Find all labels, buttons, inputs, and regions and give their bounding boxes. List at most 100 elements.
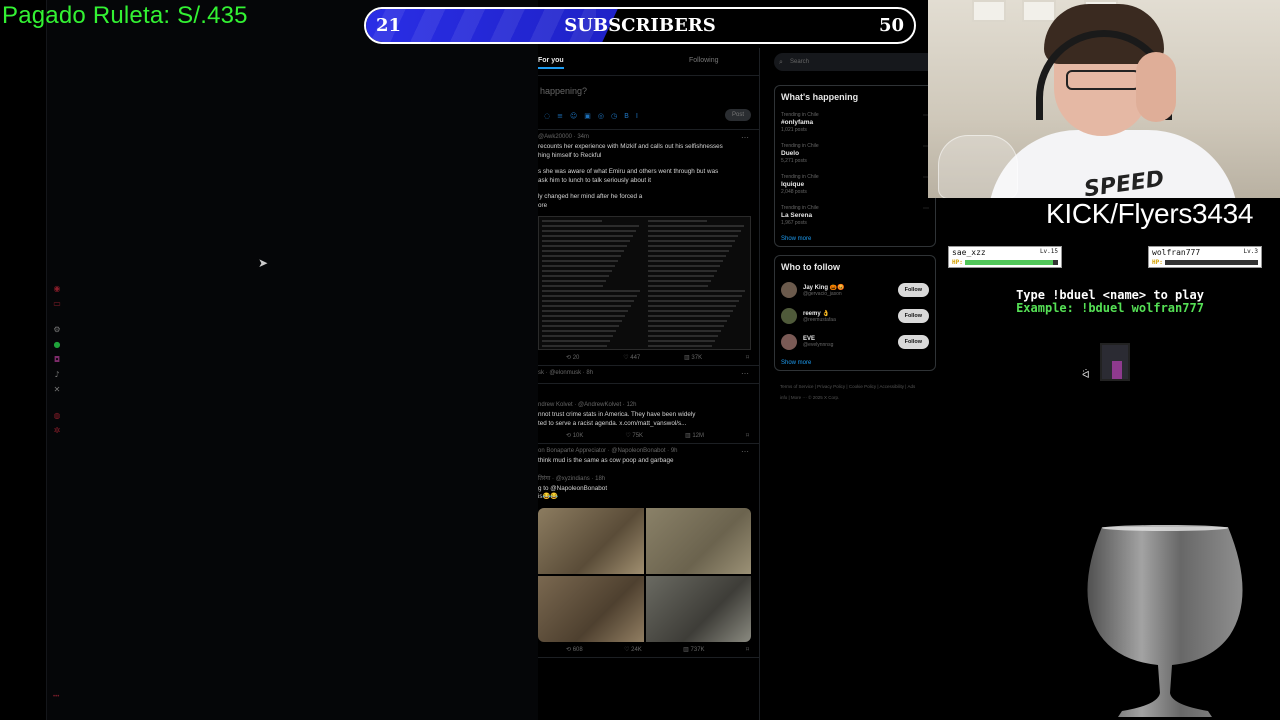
tweet-photo[interactable] <box>538 507 644 574</box>
bookmark-icon[interactable]: ⌑ <box>746 354 749 361</box>
trend-item[interactable]: Trending in Chile La Serena 1,967 posts … <box>781 205 929 226</box>
knight-sprite-icon <box>1100 343 1130 381</box>
pinterest-icon[interactable]: ◍ <box>52 411 62 421</box>
follow-suggestion[interactable]: EVE @evelynnnsg Follow <box>781 334 929 350</box>
player-hp-bar <box>1165 260 1258 265</box>
trend-name: Iquique <box>781 181 805 188</box>
image-text-line <box>542 230 636 232</box>
retweet-icon[interactable]: ⟲ 10K <box>566 432 583 439</box>
gear-red-icon[interactable]: ✲ <box>52 426 62 436</box>
image-text-line <box>542 290 640 292</box>
trend-name: #onlyfama <box>781 119 814 126</box>
trend-item[interactable]: Trending in Chile Duelo 5,271 posts ⋯ <box>781 143 929 164</box>
tweet-author[interactable]: sk · @elonmusk · 8h <box>538 370 759 376</box>
post-button[interactable]: Post <box>724 109 751 121</box>
compose-box[interactable]: happening? ◌≡☺▣◎◷BI Post <box>538 76 759 130</box>
show-more-link[interactable]: Show more <box>781 360 929 366</box>
tweet[interactable]: @Awk20000 · 34m ⋯ recounts her experienc… <box>538 130 759 366</box>
image-text-line <box>542 320 622 322</box>
like-icon[interactable]: ♡ 75K <box>625 432 643 439</box>
image-text-line <box>542 240 630 242</box>
x-icon[interactable]: ✕ <box>52 385 62 395</box>
trend-item[interactable]: Trending in Chile #onlyfama 1,021 posts … <box>781 112 929 133</box>
bookmark-icon[interactable]: ⌑ <box>746 432 749 439</box>
tweet-image[interactable] <box>538 216 751 350</box>
compose-placeholder[interactable]: happening? <box>540 86 587 96</box>
more-icon[interactable]: ⋯ <box>741 369 749 378</box>
tweet-author[interactable]: @Awk20000 · 34m <box>538 134 759 140</box>
trend-item[interactable]: Trending in Chile Iquique 2,048 posts ⋯ <box>781 174 929 195</box>
image-text-column <box>539 217 645 349</box>
views-icon[interactable]: ▥ 12M <box>685 432 704 439</box>
image-text-line <box>542 310 628 312</box>
tweet-line[interactable]: ted to serve a racist agenda. x.com/matt… <box>538 420 759 429</box>
retweet-icon[interactable]: ⟲ 608 <box>566 646 583 653</box>
more-icon[interactable]: ⋯ <box>741 133 749 142</box>
timeline-tabs: For you Following <box>538 48 759 76</box>
tweet-author[interactable]: ndrew Kolvet · @AndrewKolvet · 12h <box>538 402 759 408</box>
image-text-line <box>542 250 624 252</box>
image-text-line <box>542 300 634 302</box>
image-text-line <box>647 230 742 232</box>
avatar[interactable] <box>781 282 797 298</box>
whatsapp-icon[interactable]: ● <box>52 340 62 350</box>
settings-icon[interactable]: ⚙ <box>52 325 62 335</box>
search-input[interactable]: ⌕ Search <box>774 53 936 71</box>
player-name: wolfran777 <box>1152 248 1201 257</box>
image-text-line <box>647 330 722 332</box>
tweet-photo[interactable] <box>645 507 751 574</box>
more-icon[interactable]: ⋯ <box>741 447 749 456</box>
follow-name: reemy 👌 <box>803 310 830 317</box>
like-icon[interactable]: ♡ 447 <box>623 354 640 361</box>
avatar[interactable] <box>781 308 797 324</box>
follow-handle: @evelynnnsg <box>803 342 834 348</box>
who-to-follow-panel: Who to follow Jay King 🎃😡 @gervacio_jason… <box>774 255 936 371</box>
image-text-line <box>647 280 712 282</box>
views-icon[interactable]: ▥ 737K <box>683 646 704 653</box>
mail-icon[interactable]: ▭ <box>52 299 62 309</box>
like-icon[interactable]: ♡ 24K <box>624 646 642 653</box>
tiktok-icon[interactable]: ♪ <box>52 370 62 380</box>
tweet-line: ly changed her mind after he forced a <box>538 193 643 200</box>
tweet-photo-grid[interactable] <box>538 507 751 642</box>
image-text-line <box>542 245 627 247</box>
tweet-photo[interactable] <box>645 575 751 642</box>
footer-links[interactable]: Terms of Service | Privacy Policy | Cook… <box>780 381 920 403</box>
follow-button[interactable]: Follow <box>897 283 929 297</box>
tweet-photo[interactable] <box>538 575 644 642</box>
quoted-author[interactable]: तिरंगा · @xyzindians · 18h <box>538 474 759 482</box>
sidebar-more-icon[interactable]: ••• <box>53 694 59 700</box>
tab-for-you[interactable]: For you <box>538 48 649 75</box>
show-more-link[interactable]: Show more <box>781 236 929 242</box>
retweet-icon[interactable]: ⟲ 20 <box>566 354 579 361</box>
tweet-author[interactable]: on Bonaparte Appreciator · @NapoleonBona… <box>538 448 759 454</box>
tab-following[interactable]: Following <box>649 48 760 75</box>
tweet[interactable]: ndrew Kolvet · @AndrewKolvet · 12h nnot … <box>538 384 759 444</box>
instagram-icon[interactable]: ◘ <box>52 355 62 365</box>
image-text-line <box>542 280 606 282</box>
views-icon[interactable]: ▥ 37K <box>684 354 702 361</box>
tweet[interactable]: on Bonaparte Appreciator · @NapoleonBona… <box>538 444 759 658</box>
avatar[interactable] <box>781 334 797 350</box>
image-text-line <box>647 235 739 237</box>
compose-toolbar[interactable]: ◌≡☺▣◎◷BI <box>544 112 645 120</box>
more-icon[interactable]: ⋯ <box>923 205 929 212</box>
duel-player-card: sae_xzz Lv.15 HP: <box>948 246 1062 268</box>
follow-suggestion[interactable]: reemy 👌 @reemustafaa Follow <box>781 308 929 324</box>
tweet-line: ore <box>538 201 548 209</box>
tweet-actions: ⟲ 608 ♡ 24K ▥ 737K ⌑ <box>538 642 759 653</box>
browser-left-pane <box>46 0 538 720</box>
follow-suggestion[interactable]: Jay King 🎃😡 @gervacio_jason Follow <box>781 282 929 298</box>
bookmark-icon[interactable]: ⌑ <box>746 646 749 653</box>
mouse-cursor-icon: ➤ <box>258 256 269 270</box>
trend-context: Trending in Chile <box>781 112 819 118</box>
follow-button[interactable]: Follow <box>897 309 929 323</box>
stream-stage: ◉ ▭ ⚙ ● ◘ ♪ ✕ ◍ ✲ ••• ➤ Pagado Ruleta: S… <box>0 0 1280 720</box>
subscriber-label: SUBSCRIBERS <box>564 15 716 36</box>
follow-button[interactable]: Follow <box>897 335 929 349</box>
red-app-icon[interactable]: ◉ <box>52 284 62 294</box>
tweet-line: ask him to lunch to talk seriously about… <box>538 176 652 184</box>
tweet[interactable]: sk · @elonmusk · 8h ⋯ <box>538 366 759 384</box>
